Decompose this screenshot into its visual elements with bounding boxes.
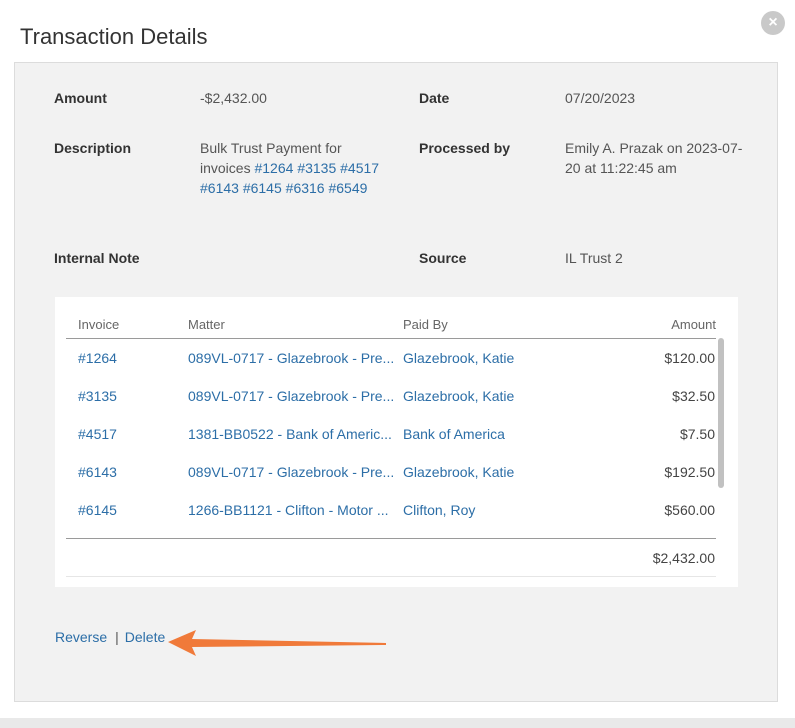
table-row: #6143 089VL-0717 - Glazebrook - Pre... G… bbox=[66, 452, 716, 490]
amount-label: Amount bbox=[54, 90, 107, 106]
processed-by-label: Processed by bbox=[419, 140, 511, 156]
row-invoice-link[interactable]: #3135 bbox=[78, 388, 117, 404]
table-total-row: $2,432.00 bbox=[66, 538, 716, 577]
row-amount: $7.50 bbox=[679, 426, 715, 442]
close-icon[interactable]: × bbox=[761, 11, 785, 35]
reverse-link[interactable]: Reverse bbox=[55, 629, 107, 645]
invoice-link-3135[interactable]: #3135 bbox=[297, 160, 336, 176]
processed-by-line-1: Emily A. Prazak on 2023-07- bbox=[565, 140, 743, 156]
header-amount: Amount bbox=[671, 317, 716, 332]
source-value: IL Trust 2 bbox=[565, 250, 623, 266]
invoice-link-1264[interactable]: #1264 bbox=[254, 160, 293, 176]
row-amount: $32.50 bbox=[672, 388, 715, 404]
row-amount: $120.00 bbox=[664, 350, 715, 366]
header-matter: Matter bbox=[188, 317, 225, 332]
dialog-title: Transaction Details bbox=[20, 24, 208, 49]
table-scrollbar[interactable] bbox=[718, 338, 724, 537]
row-matter-link[interactable]: 1381-BB0522 - Bank of Americ... bbox=[188, 426, 392, 442]
scrollbar-thumb[interactable] bbox=[718, 338, 724, 488]
row-amount: $192.50 bbox=[664, 464, 715, 480]
details-panel: Amount -$2,432.00 Date 07/20/2023 Descri… bbox=[14, 62, 778, 702]
table-row: #4517 1381-BB0522 - Bank of Americ... Ba… bbox=[66, 414, 716, 452]
row-paid-by-link[interactable]: Glazebrook, Katie bbox=[403, 388, 514, 404]
processed-by-value: Emily A. Prazak on 2023-07- 20 at 11:22:… bbox=[565, 138, 742, 178]
row-invoice-link[interactable]: #6145 bbox=[78, 502, 117, 518]
table-row: #3135 089VL-0717 - Glazebrook - Pre... G… bbox=[66, 376, 716, 414]
background-strip bbox=[0, 718, 795, 728]
row-invoice-link[interactable]: #4517 bbox=[78, 426, 117, 442]
table-row: #6145 1266-BB1121 - Clifton - Motor ... … bbox=[66, 490, 716, 528]
row-invoice-link[interactable]: #1264 bbox=[78, 350, 117, 366]
row-paid-by-link[interactable]: Clifton, Roy bbox=[403, 502, 475, 518]
date-label: Date bbox=[419, 90, 450, 106]
invoice-table: Invoice Matter Paid By Amount #1264 089V… bbox=[55, 297, 738, 587]
row-paid-by-link[interactable]: Glazebrook, Katie bbox=[403, 464, 514, 480]
invoice-link-6316[interactable]: #6316 bbox=[286, 180, 325, 196]
row-matter-link[interactable]: 089VL-0717 - Glazebrook - Pre... bbox=[188, 464, 394, 480]
row-invoice-link[interactable]: #6143 bbox=[78, 464, 117, 480]
transaction-details-dialog: Transaction Details × Amount -$2,432.00 … bbox=[0, 0, 795, 728]
internal-note-label: Internal Note bbox=[54, 250, 140, 266]
processed-by-line-2: 20 at 11:22:45 am bbox=[565, 160, 677, 176]
amount-value: -$2,432.00 bbox=[200, 90, 267, 106]
description-label: Description bbox=[54, 140, 132, 156]
invoice-link-6549[interactable]: #6549 bbox=[328, 180, 367, 196]
row-paid-by-link[interactable]: Glazebrook, Katie bbox=[403, 350, 514, 366]
action-separator: | bbox=[115, 629, 119, 645]
annotation-arrow-icon bbox=[168, 630, 386, 656]
source-label: Source bbox=[419, 250, 467, 266]
transaction-actions: Reverse | Delete bbox=[55, 629, 165, 645]
row-amount: $560.00 bbox=[664, 502, 715, 518]
table-row: #1264 089VL-0717 - Glazebrook - Pre... G… bbox=[66, 338, 716, 376]
header-invoice: Invoice bbox=[78, 317, 120, 332]
date-value: 07/20/2023 bbox=[565, 90, 636, 106]
table-total: $2,432.00 bbox=[652, 550, 715, 566]
description-value: Bulk Trust Payment for invoices #1264 #3… bbox=[200, 138, 380, 198]
row-matter-link[interactable]: 089VL-0717 - Glazebrook - Pre... bbox=[188, 388, 394, 404]
row-paid-by-link[interactable]: Bank of America bbox=[403, 426, 505, 442]
invoice-link-6145[interactable]: #6145 bbox=[243, 180, 282, 196]
table-header: Invoice Matter Paid By Amount bbox=[66, 297, 716, 339]
delete-link[interactable]: Delete bbox=[125, 629, 165, 645]
row-matter-link[interactable]: 1266-BB1121 - Clifton - Motor ... bbox=[188, 502, 389, 518]
header-paid-by: Paid By bbox=[403, 317, 448, 332]
row-matter-link[interactable]: 089VL-0717 - Glazebrook - Pre... bbox=[188, 350, 394, 366]
invoice-link-6143[interactable]: #6143 bbox=[200, 180, 239, 196]
invoice-link-4517[interactable]: #4517 bbox=[340, 160, 379, 176]
